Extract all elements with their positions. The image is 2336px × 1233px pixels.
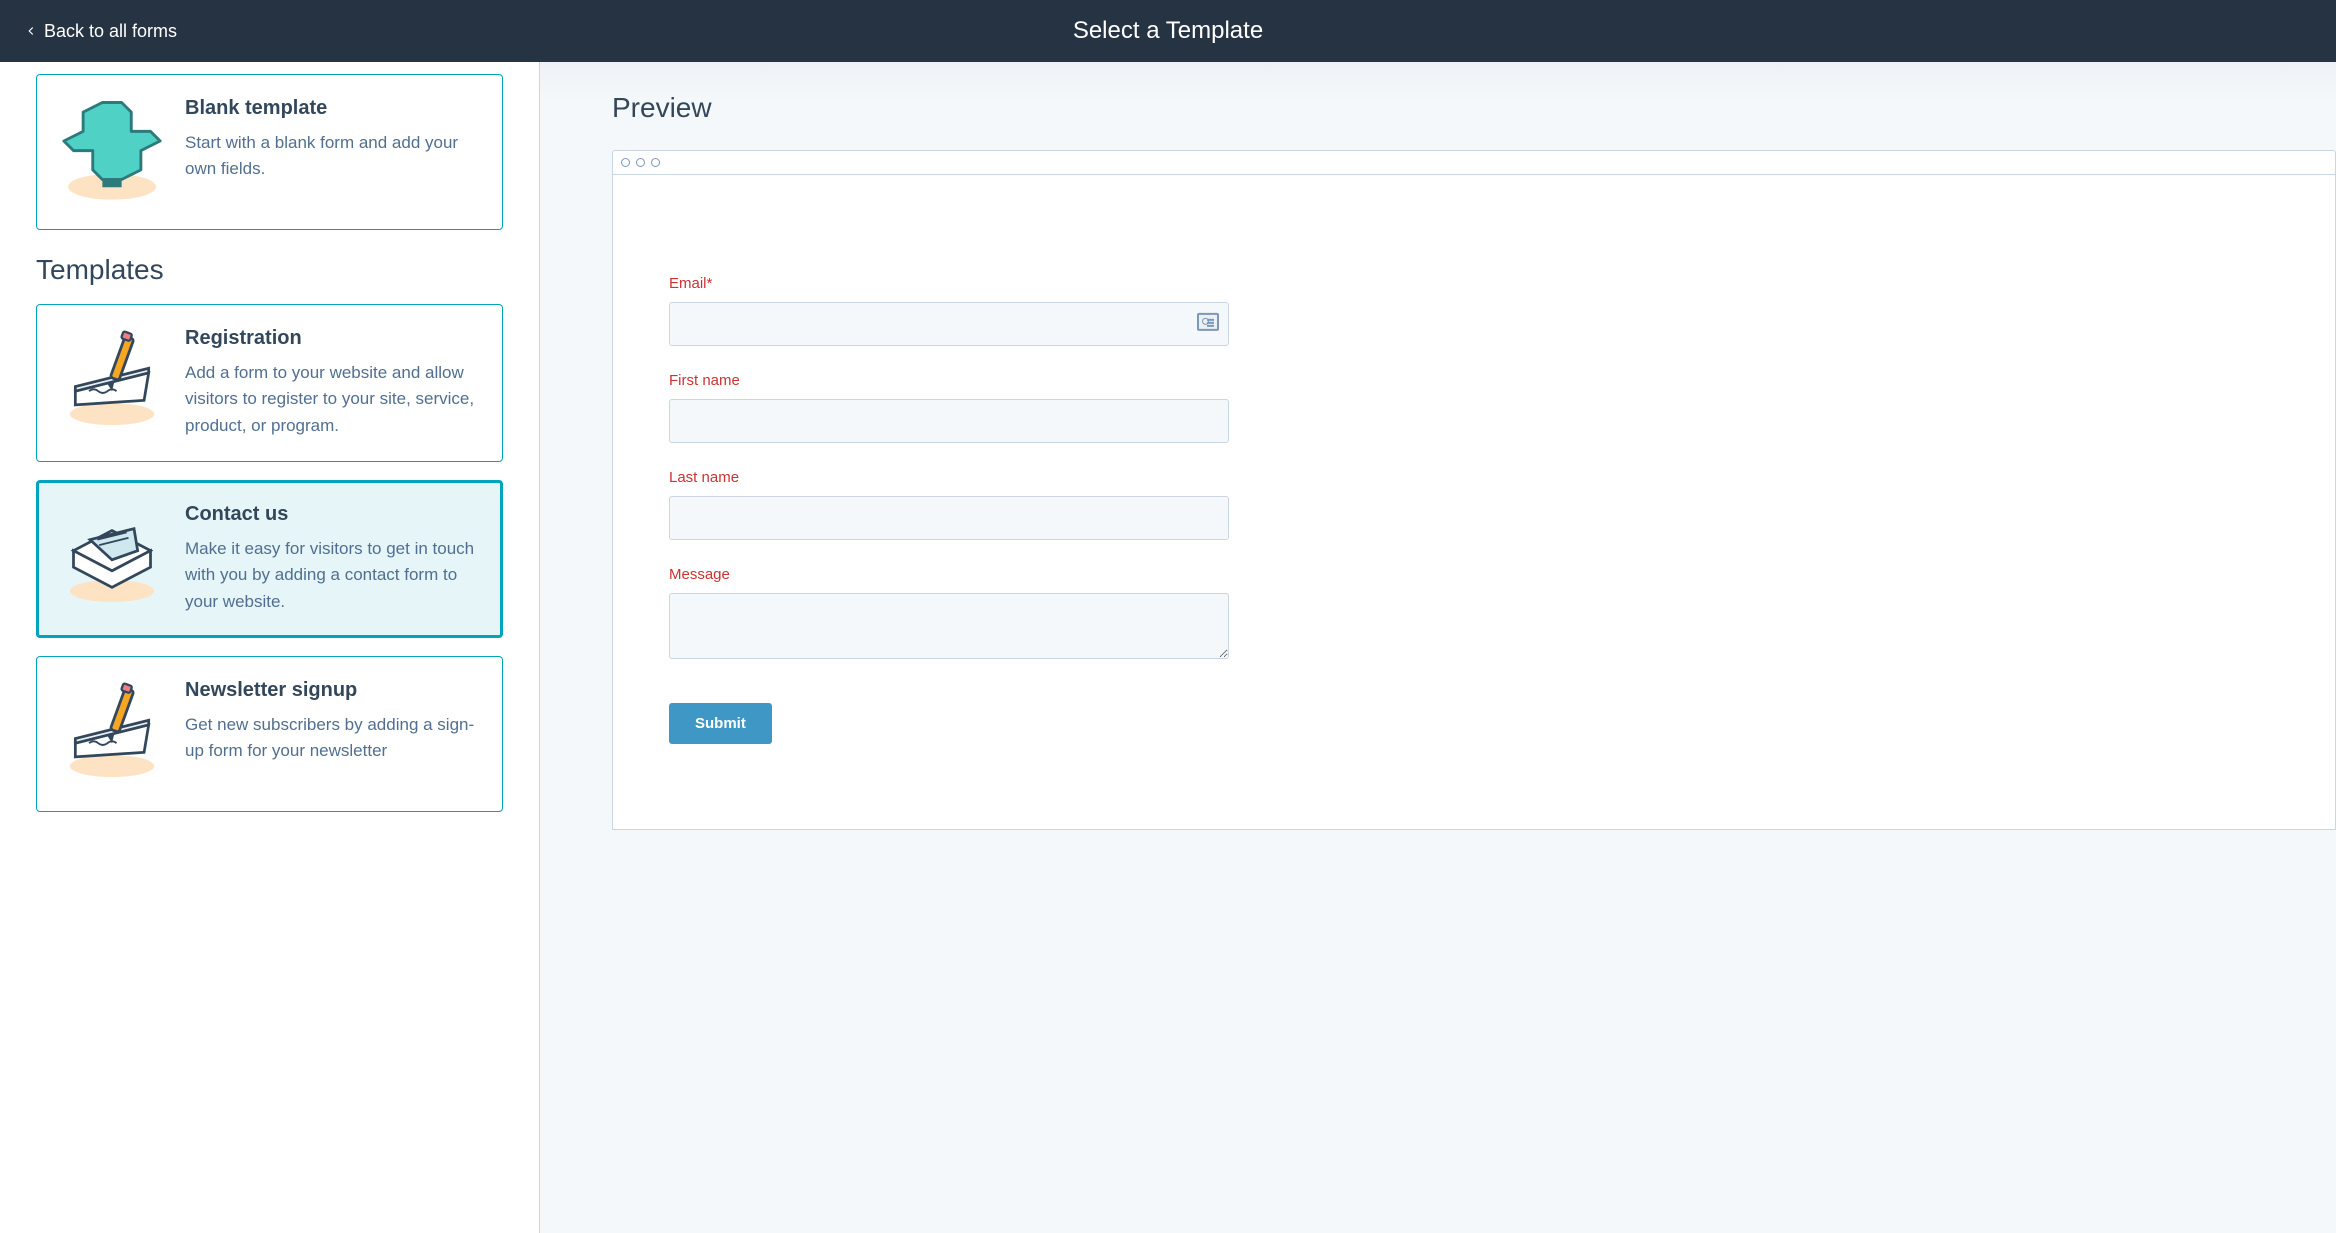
plus-icon — [57, 97, 167, 207]
first-name-field[interactable] — [669, 399, 1229, 443]
main-area: Blank template Start with a blank form a… — [0, 62, 2336, 1233]
template-card-contact-us[interactable]: Contact us Make it easy for visitors to … — [36, 480, 503, 638]
last-name-label: Last name — [669, 469, 2279, 486]
preview-heading: Preview — [612, 92, 2336, 124]
contact-card-icon — [1197, 313, 1219, 331]
card-title: Registration — [185, 327, 482, 350]
template-sidebar: Blank template Start with a blank form a… — [0, 62, 540, 1233]
card-desc: Get new subscribers by adding a sign-up … — [185, 712, 482, 765]
preview-form: Email* First name Last name Message Subm… — [613, 175, 2335, 784]
template-card-registration[interactable]: Registration Add a form to your website … — [36, 304, 503, 462]
chevron-left-icon — [24, 24, 38, 38]
template-card-newsletter-signup[interactable]: Newsletter signup Get new subscribers by… — [36, 656, 503, 812]
card-title: Blank template — [185, 97, 482, 120]
email-field[interactable] — [669, 302, 1229, 346]
browser-bar — [613, 151, 2335, 175]
template-card-blank[interactable]: Blank template Start with a blank form a… — [36, 74, 503, 230]
card-desc: Start with a blank form and add your own… — [185, 130, 482, 183]
page-title: Select a Template — [1073, 17, 1263, 45]
submit-button[interactable]: Submit — [669, 703, 772, 744]
last-name-field[interactable] — [669, 496, 1229, 540]
window-dot-icon — [651, 158, 660, 167]
window-dot-icon — [636, 158, 645, 167]
message-field[interactable] — [669, 593, 1229, 659]
card-desc: Make it easy for visitors to get in touc… — [185, 536, 482, 615]
message-label: Message — [669, 566, 2279, 583]
back-label: Back to all forms — [44, 21, 177, 42]
envelope-icon — [57, 503, 167, 613]
card-desc: Add a form to your website and allow vis… — [185, 360, 482, 439]
preview-panel: Preview Email* First name Last name Mess… — [540, 62, 2336, 1233]
templates-heading: Templates — [36, 254, 503, 286]
back-to-all-forms-link[interactable]: Back to all forms — [0, 21, 177, 42]
pencil-paper-icon — [57, 327, 167, 437]
window-dot-icon — [621, 158, 630, 167]
first-name-label: First name — [669, 372, 2279, 389]
card-title: Newsletter signup — [185, 679, 482, 702]
pencil-paper-icon — [57, 679, 167, 789]
email-label: Email* — [669, 275, 2279, 292]
browser-frame: Email* First name Last name Message Subm… — [612, 150, 2336, 830]
card-title: Contact us — [185, 503, 482, 526]
top-bar: Back to all forms Select a Template — [0, 0, 2336, 62]
